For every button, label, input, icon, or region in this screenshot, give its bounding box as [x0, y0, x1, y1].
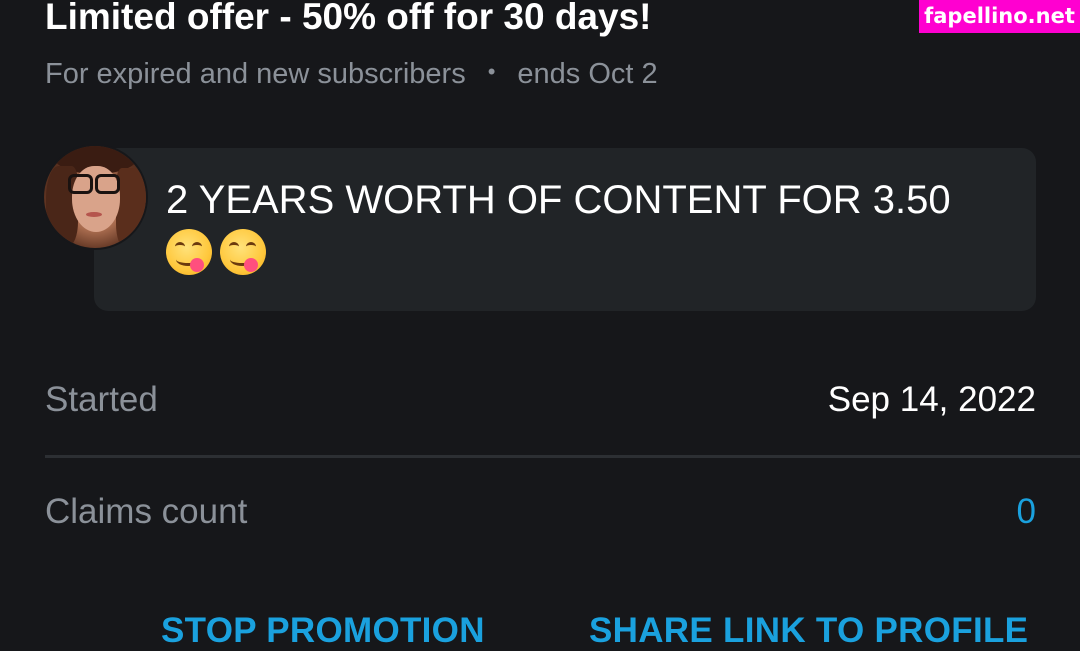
- offer-audience: For expired and new subscribers: [45, 58, 466, 90]
- stop-promotion-button[interactable]: STOP PROMOTION: [161, 611, 485, 651]
- offer-subtitle: For expired and new subscribers • ends Oct…: [45, 58, 658, 91]
- share-link-to-profile-button[interactable]: SHARE LINK TO PROFILE: [589, 611, 1028, 651]
- claims-count-value[interactable]: 0: [1017, 492, 1036, 532]
- offer-end-date: ends Oct 2: [517, 58, 658, 90]
- avatar-hair-right: [116, 168, 146, 248]
- separator-dot: •: [487, 59, 496, 84]
- face-savoring-food-emoji: [220, 229, 266, 275]
- claims-count-label: Claims count: [45, 492, 248, 531]
- avatar-glasses-left: [68, 174, 93, 194]
- started-value: Sep 14, 2022: [827, 380, 1036, 419]
- face-savoring-food-emoji: [166, 229, 212, 275]
- offer-title: Limited offer - 50% off for 30 days!: [45, 0, 652, 37]
- divider: [45, 455, 1080, 458]
- promotion-detail-screen: fapellino.net Limited offer - 50% off fo…: [0, 0, 1080, 651]
- avatar-glasses-right: [95, 174, 120, 194]
- promo-message-emojis: [166, 228, 1026, 284]
- started-label: Started: [45, 380, 158, 419]
- avatar[interactable]: [44, 146, 146, 248]
- promo-message-text: 2 YEARS WORTH OF CONTENT FOR 3.50: [166, 178, 951, 222]
- promo-message: 2 YEARS WORTH OF CONTENT FOR 3.50: [166, 172, 1026, 284]
- watermark: fapellino.net: [919, 0, 1080, 33]
- avatar-lips: [86, 212, 102, 217]
